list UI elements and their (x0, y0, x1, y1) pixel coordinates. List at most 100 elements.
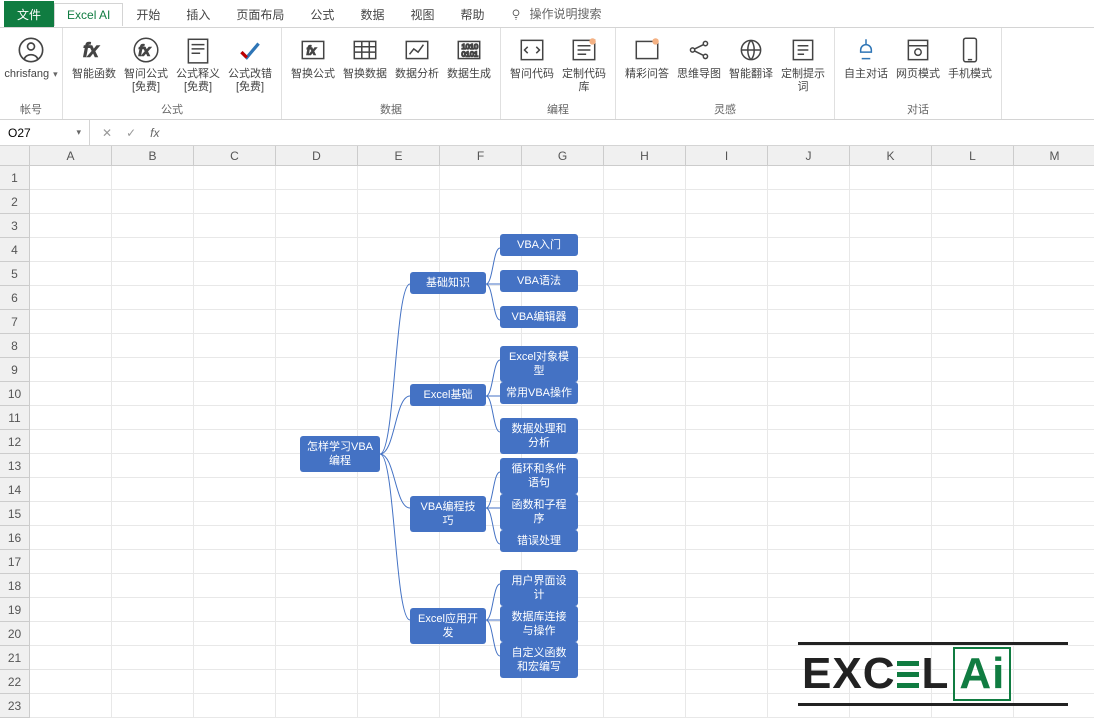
cell[interactable] (604, 406, 686, 430)
row-header-22[interactable]: 22 (0, 670, 30, 694)
row-header-1[interactable]: 1 (0, 166, 30, 190)
cell[interactable] (112, 190, 194, 214)
col-header-L[interactable]: L (932, 146, 1014, 166)
tab-视图[interactable]: 视图 (397, 1, 447, 27)
cell[interactable] (1014, 574, 1094, 598)
row-header-14[interactable]: 14 (0, 478, 30, 502)
cell[interactable] (30, 622, 112, 646)
cell[interactable] (768, 502, 850, 526)
cell[interactable] (932, 526, 1014, 550)
cell[interactable] (932, 334, 1014, 358)
row-header-7[interactable]: 7 (0, 310, 30, 334)
name-box-dropdown-icon[interactable]: ▾ (76, 127, 81, 138)
mindmap-diagram[interactable]: 怎样学习VBA编程VBA入门VBA语法VBA编辑器基础知识Excel对象模型常用… (280, 226, 600, 666)
cell[interactable] (112, 526, 194, 550)
ribbon-btn-智换公式[interactable]: fx智换公式 (288, 32, 338, 83)
cell[interactable] (932, 598, 1014, 622)
cell[interactable] (604, 262, 686, 286)
cell[interactable] (30, 430, 112, 454)
row-header-23[interactable]: 23 (0, 694, 30, 718)
cell[interactable] (686, 502, 768, 526)
cell[interactable] (194, 694, 276, 718)
cell[interactable] (30, 190, 112, 214)
cell[interactable] (112, 214, 194, 238)
cell[interactable] (768, 598, 850, 622)
cell[interactable] (1014, 190, 1094, 214)
col-header-I[interactable]: I (686, 146, 768, 166)
mindmap-node[interactable]: 怎样学习VBA编程 (300, 436, 380, 472)
cell[interactable] (604, 598, 686, 622)
cell[interactable] (686, 430, 768, 454)
cell[interactable] (686, 478, 768, 502)
cell[interactable] (194, 574, 276, 598)
cell[interactable] (768, 550, 850, 574)
cell[interactable] (112, 334, 194, 358)
ribbon-btn-网页模式[interactable]: 网页模式 (893, 32, 943, 83)
cell[interactable] (194, 454, 276, 478)
cell[interactable] (850, 478, 932, 502)
cell[interactable] (522, 694, 604, 718)
cell[interactable] (1014, 166, 1094, 190)
mindmap-node[interactable]: 常用VBA操作 (500, 382, 578, 404)
cell[interactable] (1014, 454, 1094, 478)
cell[interactable] (112, 382, 194, 406)
confirm-icon[interactable]: ✓ (126, 126, 136, 140)
col-header-K[interactable]: K (850, 146, 932, 166)
cell[interactable] (194, 166, 276, 190)
account-button[interactable]: chrisfang▾ (6, 32, 56, 83)
cell[interactable] (686, 526, 768, 550)
cell[interactable] (194, 190, 276, 214)
cell[interactable] (30, 334, 112, 358)
cell[interactable] (932, 502, 1014, 526)
cell[interactable] (358, 694, 440, 718)
cell[interactable] (686, 334, 768, 358)
cell[interactable] (1014, 214, 1094, 238)
ribbon-btn-公式改错[interactable]: 公式改错[免费] (225, 32, 275, 96)
cell[interactable] (1014, 550, 1094, 574)
cell[interactable] (604, 382, 686, 406)
cell[interactable] (932, 238, 1014, 262)
cell[interactable] (850, 334, 932, 358)
cell[interactable] (194, 430, 276, 454)
cell[interactable] (604, 286, 686, 310)
cell[interactable] (1014, 238, 1094, 262)
ribbon-btn-智换数据[interactable]: 智换数据 (340, 32, 390, 83)
mindmap-node[interactable]: VBA语法 (500, 270, 578, 292)
mindmap-node[interactable]: 错误处理 (500, 530, 578, 552)
cell[interactable] (850, 382, 932, 406)
cell[interactable] (850, 598, 932, 622)
cell[interactable] (276, 694, 358, 718)
cell[interactable] (112, 166, 194, 190)
cell[interactable] (194, 214, 276, 238)
cell[interactable] (932, 286, 1014, 310)
cell[interactable] (604, 454, 686, 478)
ribbon-btn-精彩问答[interactable]: 精彩问答 (622, 32, 672, 96)
row-header-3[interactable]: 3 (0, 214, 30, 238)
cell[interactable] (604, 334, 686, 358)
cell[interactable] (112, 646, 194, 670)
row-header-6[interactable]: 6 (0, 286, 30, 310)
cell[interactable] (1014, 310, 1094, 334)
cell[interactable] (604, 526, 686, 550)
cell[interactable] (686, 454, 768, 478)
cell[interactable] (112, 406, 194, 430)
cell[interactable] (604, 310, 686, 334)
col-header-G[interactable]: G (522, 146, 604, 166)
row-header-12[interactable]: 12 (0, 430, 30, 454)
mindmap-node[interactable]: 函数和子程序 (500, 494, 578, 530)
cell[interactable] (112, 358, 194, 382)
row-header-4[interactable]: 4 (0, 238, 30, 262)
cell[interactable] (850, 358, 932, 382)
cell[interactable] (932, 478, 1014, 502)
row-header-11[interactable]: 11 (0, 406, 30, 430)
cell[interactable] (30, 454, 112, 478)
tab-file[interactable]: 文件 (4, 1, 54, 27)
cell[interactable] (194, 550, 276, 574)
cell[interactable] (276, 190, 358, 214)
ribbon-btn-思维导图[interactable]: 思维导图 (674, 32, 724, 96)
cell[interactable] (768, 214, 850, 238)
cell[interactable] (30, 358, 112, 382)
cell[interactable] (1014, 262, 1094, 286)
cell[interactable] (30, 238, 112, 262)
ribbon-btn-定制提示词[interactable]: 定制提示词 (778, 32, 828, 96)
